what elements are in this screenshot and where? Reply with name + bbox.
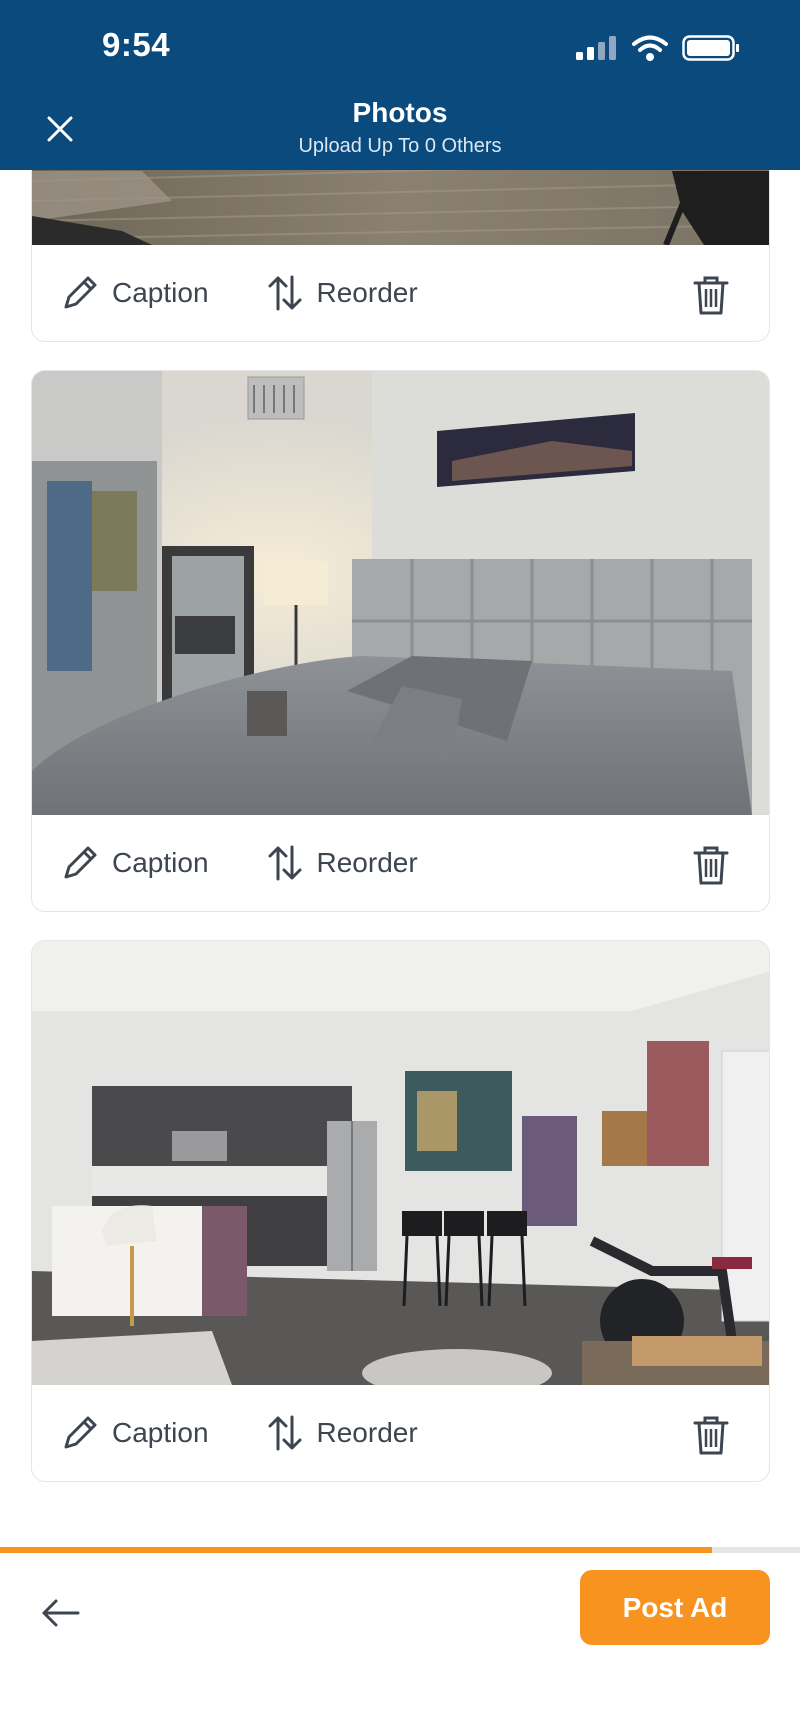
trash-icon[interactable] bbox=[693, 275, 729, 315]
trash-icon[interactable] bbox=[693, 1415, 729, 1455]
battery-icon bbox=[682, 35, 739, 61]
reorder-button[interactable]: Reorder bbox=[265, 1413, 418, 1453]
reorder-label: Reorder bbox=[316, 1417, 418, 1448]
pencil-icon bbox=[64, 276, 97, 309]
pencil-icon bbox=[64, 846, 97, 879]
status-time: 9:54 bbox=[102, 26, 171, 63]
photo-card: Caption Reorder bbox=[31, 370, 770, 912]
post-ad-button[interactable]: Post Ad bbox=[580, 1570, 770, 1645]
reorder-button[interactable]: Reorder bbox=[265, 273, 418, 313]
caption-label: Caption bbox=[112, 1417, 209, 1448]
photo-card: Caption Reorder bbox=[31, 940, 770, 1482]
photo-actions: Caption Reorder bbox=[32, 1385, 769, 1481]
page-title: Photos bbox=[352, 97, 448, 128]
app-header: 9:54 Photos Upload Up To 0 Others bbox=[0, 0, 800, 170]
caption-button[interactable]: Caption bbox=[60, 1413, 209, 1453]
caption-button[interactable]: Caption bbox=[60, 843, 209, 883]
reorder-arrows-icon bbox=[268, 845, 302, 881]
trash-icon[interactable] bbox=[693, 845, 729, 885]
back-button[interactable] bbox=[38, 1589, 86, 1637]
bottom-bar: Post Ad bbox=[0, 1553, 800, 1731]
wifi-icon bbox=[632, 35, 668, 61]
photo-actions: Caption Reorder bbox=[32, 245, 769, 341]
reorder-label: Reorder bbox=[316, 277, 418, 308]
photo-image[interactable] bbox=[32, 941, 769, 1385]
caption-button[interactable]: Caption bbox=[60, 273, 209, 313]
reorder-button[interactable]: Reorder bbox=[265, 843, 418, 883]
photo-list[interactable]: Caption Reorder Caption Reorder Caption … bbox=[0, 0, 800, 1547]
photo-actions: Caption Reorder bbox=[32, 815, 769, 911]
status-icons bbox=[576, 32, 740, 64]
page-subtitle: Upload Up To 0 Others bbox=[298, 135, 502, 157]
caption-label: Caption bbox=[112, 847, 209, 878]
signal-icon bbox=[576, 36, 616, 60]
photo-image[interactable] bbox=[32, 371, 769, 815]
reorder-label: Reorder bbox=[316, 847, 418, 878]
pencil-icon bbox=[64, 1416, 97, 1449]
back-arrow-icon bbox=[42, 1599, 80, 1627]
reorder-arrows-icon bbox=[268, 1415, 302, 1451]
caption-label: Caption bbox=[112, 277, 209, 308]
reorder-arrows-icon bbox=[268, 275, 302, 311]
